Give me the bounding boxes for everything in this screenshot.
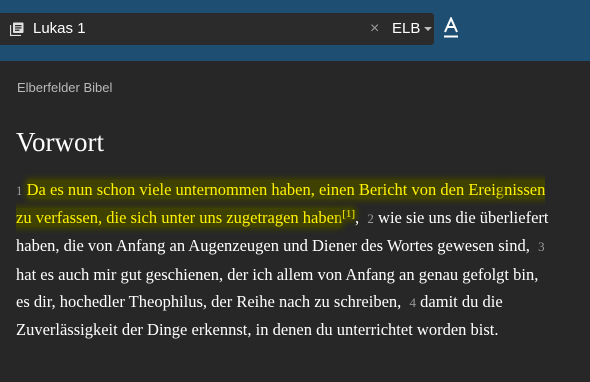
close-icon[interactable]: × bbox=[370, 13, 379, 45]
verse-number: 4 bbox=[409, 294, 417, 310]
verse-number: 1 bbox=[16, 183, 23, 198]
passage-search-box[interactable]: Lukas 1 × ELB bbox=[0, 13, 434, 45]
footnote-link[interactable]: [1] bbox=[342, 207, 356, 220]
book-list-icon[interactable] bbox=[10, 22, 24, 36]
passage-text: 1 Da es nun schon viele unternommen habe… bbox=[16, 180, 549, 340]
search-input[interactable]: Lukas 1 bbox=[33, 13, 86, 45]
version-dropdown[interactable]: ELB bbox=[392, 13, 433, 45]
version-label: ELB bbox=[392, 20, 421, 37]
highlighted-verse-text[interactable]: Da es nun schon viele unternommen haben,… bbox=[26, 180, 505, 199]
verse-number: 2 bbox=[367, 211, 374, 227]
font-settings-icon[interactable] bbox=[443, 17, 459, 39]
verse-number: 3 bbox=[538, 239, 545, 255]
section-heading: Vorwort bbox=[16, 127, 105, 157]
translation-name: Elberfelder Bibel bbox=[17, 80, 113, 95]
top-bar: Lukas 1 × ELB bbox=[0, 0, 590, 61]
chevron-down-icon bbox=[424, 27, 433, 31]
